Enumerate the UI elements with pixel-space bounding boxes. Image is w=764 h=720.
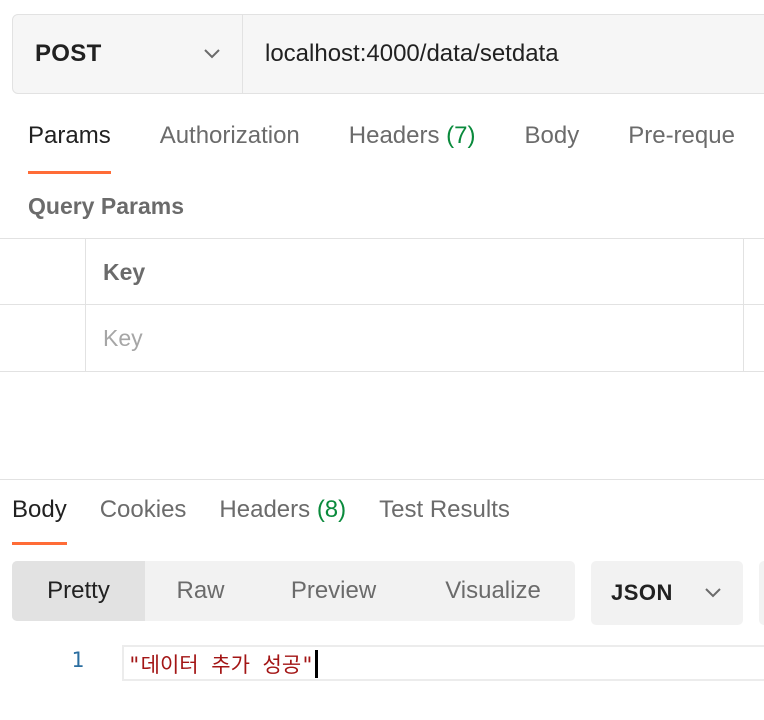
- chevron-down-icon: [705, 588, 721, 598]
- preview-button[interactable]: Preview: [256, 561, 411, 621]
- chevron-down-icon: [204, 49, 220, 59]
- format-select[interactable]: JSON: [591, 561, 743, 625]
- method-label: POST: [35, 40, 102, 67]
- tab-label: Test Results: [379, 496, 510, 523]
- column-divider: [85, 239, 86, 371]
- table-row: Key: [0, 305, 764, 371]
- text-cursor: [314, 650, 318, 678]
- tab-pre-request-script[interactable]: Pre-reque: [628, 122, 735, 174]
- visualize-button[interactable]: Visualize: [411, 561, 575, 621]
- request-tabs: Params Authorization Headers (7) Body Pr…: [28, 122, 764, 174]
- tab-label: Pre-reque: [628, 122, 735, 149]
- tab-label: Body: [524, 122, 580, 149]
- pane-divider[interactable]: [0, 479, 764, 480]
- wrap-lines-button[interactable]: [759, 561, 764, 625]
- url-input[interactable]: localhost:4000/data/setdata: [243, 15, 764, 93]
- tab-test-results[interactable]: Test Results: [379, 496, 510, 545]
- tab-headers[interactable]: Headers (7): [349, 122, 476, 174]
- query-params-title: Query Params: [28, 193, 184, 219]
- key-column-header: Key: [103, 258, 146, 285]
- tab-label: Cookies: [99, 496, 187, 523]
- params-table: Key Key: [0, 238, 764, 372]
- headers-count: (8): [316, 496, 347, 523]
- code-line[interactable]: "데이터 추가 성공": [122, 645, 764, 681]
- tab-params[interactable]: Params: [28, 122, 111, 174]
- view-mode-switch: Pretty Raw Preview Visualize: [12, 561, 575, 621]
- key-input[interactable]: Key: [103, 305, 143, 371]
- tab-label: Body: [12, 496, 67, 523]
- column-divider: [743, 239, 744, 371]
- tab-response-headers[interactable]: Headers (8): [219, 496, 346, 545]
- response-tabs: Body Cookies Headers (8) Test Results: [12, 496, 543, 545]
- tab-label: Headers: [219, 496, 311, 523]
- tab-body[interactable]: Body: [525, 122, 580, 174]
- method-select[interactable]: POST: [13, 15, 243, 93]
- format-label: JSON: [611, 580, 673, 605]
- raw-button[interactable]: Raw: [145, 561, 256, 621]
- tab-label: Headers: [348, 122, 440, 149]
- url-text: localhost:4000/data/setdata: [265, 40, 559, 67]
- tab-label: Authorization: [159, 122, 300, 149]
- tab-cookies[interactable]: Cookies: [100, 496, 187, 545]
- tab-authorization[interactable]: Authorization: [160, 122, 300, 174]
- headers-count: (7): [446, 122, 476, 149]
- pretty-button[interactable]: Pretty: [12, 561, 145, 621]
- tab-label: Params: [28, 122, 111, 149]
- json-string: "데이터 추가 성공": [128, 653, 314, 677]
- tab-response-body[interactable]: Body: [12, 496, 67, 545]
- table-header-row: Key: [0, 239, 764, 305]
- line-number: 1: [71, 648, 84, 672]
- request-bar: POST localhost:4000/data/setdata: [12, 14, 764, 94]
- code-text: "데이터 추가 성공": [128, 649, 318, 679]
